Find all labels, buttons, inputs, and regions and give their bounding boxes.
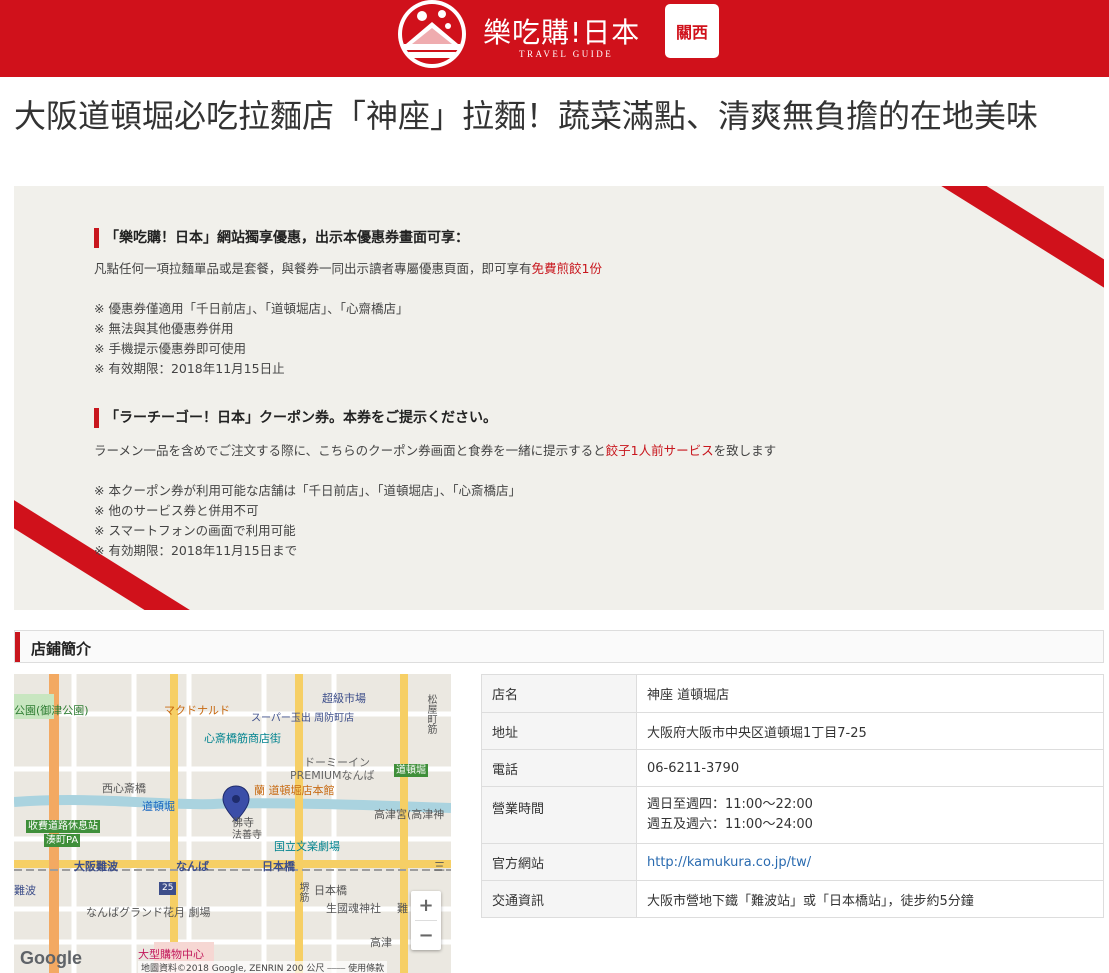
map-label-namba-grand-kagetsu: なんばグランド花月 劇場 bbox=[86, 906, 211, 919]
map-zoom-control: + − bbox=[411, 891, 441, 950]
map-label-temple: 佛寺 bbox=[232, 816, 254, 829]
coupon-note-zh: ※ 無法與其他優惠券併用 bbox=[94, 321, 234, 336]
info-row-address: 地址 大阪府大阪市中央区道頓堀1丁目7-25 bbox=[481, 712, 1104, 750]
site-logo-subtitle: TRAVEL GUIDE bbox=[519, 49, 614, 59]
region-badge[interactable]: 關西 bbox=[665, 4, 719, 58]
info-row-phone: 電話 06-6211-3790 bbox=[481, 749, 1104, 787]
map-label-toll-station: 收費道路休息站 bbox=[26, 820, 100, 833]
coupon-note-ja: ※ スマートフォンの画面で利用可能 bbox=[94, 523, 296, 538]
coupon-note-zh: ※ 手機提示優惠券即可使用 bbox=[94, 341, 246, 356]
map-label-nan: 難 bbox=[397, 902, 408, 915]
info-key: 營業時間 bbox=[481, 786, 637, 844]
map-label-dotonbori: 道頓堀 bbox=[142, 800, 175, 813]
map-label-shopping-center: 大型購物中心 bbox=[138, 948, 204, 961]
store-info-table: 店名 神座 道頓堀店 地址 大阪府大阪市中央区道頓堀1丁目7-25 電話 06-… bbox=[481, 674, 1104, 918]
info-key: 電話 bbox=[481, 749, 637, 787]
info-key: 官方網站 bbox=[481, 843, 637, 881]
map-label-kozu: 高津宮(高津神 bbox=[374, 808, 445, 821]
coupon-highlight-ja: 餃子1人前サービス bbox=[605, 443, 714, 458]
zoom-out-button[interactable]: − bbox=[411, 921, 441, 950]
map-label-namba-left: 難波 bbox=[14, 884, 36, 897]
map-label-park: 公園(御津公園) bbox=[14, 704, 89, 717]
logo-emblem-icon[interactable] bbox=[396, 0, 468, 70]
map-label-nipponbashi: 日本橋 bbox=[314, 884, 347, 897]
section-title: 店鋪簡介 bbox=[31, 640, 92, 658]
hours-weekend: 週五及週六：11:00～24:00 bbox=[647, 817, 813, 832]
info-value: 06-6211-3790 bbox=[636, 749, 1104, 787]
map-label-dormy: ドーミーイン bbox=[304, 756, 370, 769]
map-label-matsuyamachi: 松屋町筋 bbox=[425, 694, 436, 734]
info-key: 交通資訊 bbox=[481, 880, 637, 918]
google-logo[interactable]: Google bbox=[20, 948, 82, 969]
map-label-sakaisuji: 堺筋 bbox=[297, 882, 308, 902]
info-value: http://kamukura.co.jp/tw/ bbox=[636, 843, 1104, 881]
coupon-note-ja: ※ 本クーポン券が利用可能な店舗は「千日前店」、「道頓堀店」、「心斎橋店」 bbox=[94, 483, 521, 498]
info-row-website: 官方網站 http://kamukura.co.jp/tw/ bbox=[481, 843, 1104, 881]
map-label-hozenji: 法善寺 bbox=[232, 830, 262, 841]
info-value: 大阪市營地下鐵「難波站」或「日本橋站」，徒步約5分鐘 bbox=[636, 880, 1104, 918]
coupon-heading-zh: 「樂吃購！日本」網站獨享優惠，出示本優惠券畫面可享： bbox=[94, 228, 469, 248]
coupon-highlight-zh: 免費煎餃1份 bbox=[531, 261, 602, 276]
coupon-heading-ja: 「ラーチーゴー！日本」クーポン券。本券をご提示ください。 bbox=[94, 408, 497, 428]
coupon-box: 「樂吃購！日本」網站獨享優惠，出示本優惠券畫面可享： 凡點任何一項拉麵單品或是套… bbox=[14, 186, 1104, 610]
hours-weekday: 週日至週四：11:00～22:00 bbox=[647, 797, 813, 812]
coupon-desc-zh: 凡點任何一項拉麵單品或是套餐，與餐券一同出示讀者專屬優惠頁面，即可享有免費煎餃1… bbox=[94, 261, 602, 276]
coupon-note-zh: ※ 有效期限：2018年11月15日止 bbox=[94, 361, 285, 376]
section-heading: 店鋪簡介 bbox=[14, 630, 1104, 663]
article-title: 大阪道頓堀必吃拉麵店「神座」拉麵！蔬菜滿點、清爽無負擔的在地美味 bbox=[14, 97, 1039, 135]
section-accent-bar bbox=[15, 632, 20, 662]
map-label-bunraku: 国立文楽劇場 bbox=[274, 840, 340, 853]
info-row-access: 交通資訊 大阪市營地下鐵「難波站」或「日本橋站」，徒步約5分鐘 bbox=[481, 880, 1104, 918]
map-label-supermarket: 超級市場 bbox=[322, 692, 366, 705]
map-label-route25: 25 bbox=[159, 882, 177, 895]
decorative-stripe bbox=[927, 186, 1104, 316]
coupon-note-ja: ※ 有効期限：2018年11月15日まで bbox=[94, 543, 298, 558]
info-key: 店名 bbox=[481, 674, 637, 713]
map-label-minatomachi: 湊町PA bbox=[44, 834, 81, 847]
map-label-san: 三 bbox=[434, 860, 445, 873]
coupon-note-zh: ※ 優惠券僅適用「千日前店」、「道頓堀店」、「心齋橋店」 bbox=[94, 301, 409, 316]
info-row-hours: 營業時間 週日至週四：11:00～22:00 週五及週六：11:00～24:00 bbox=[481, 786, 1104, 844]
map-label-mcdonalds: マクドナルド bbox=[164, 704, 230, 717]
map-label-tamade: スーパー玉出 周防町店 bbox=[251, 713, 355, 724]
map-label-ikukunitama: 生國魂神社 bbox=[326, 902, 381, 915]
info-value: 週日至週四：11:00～22:00 週五及週六：11:00～24:00 bbox=[636, 786, 1104, 844]
info-value: 神座 道頓堀店 bbox=[636, 674, 1104, 713]
map-label-ran: 蘭 道頓堀店本館 bbox=[254, 784, 335, 797]
map-label-nipponbashi-station: 日本橋 bbox=[262, 860, 295, 873]
map-label-kozu2: 高津 bbox=[370, 936, 392, 949]
site-logo-title[interactable]: 樂吃購!日本 bbox=[483, 11, 640, 51]
info-key: 地址 bbox=[481, 712, 637, 750]
map-label-osaka-namba: 大阪難波 bbox=[74, 860, 118, 873]
coupon-desc-ja: ラーメン一品を含めでご注文する際に、こちらのクーポン券画面と食券を一緒に提示する… bbox=[94, 443, 777, 458]
google-map[interactable]: 公園(御津公園) マクドナルド 超級市場 スーパー玉出 周防町店 松屋町筋 心斎… bbox=[14, 674, 451, 973]
map-footer[interactable]: 地圖資料©2018 Google, ZENRIN 200 公尺 ⎯⎯⎯⎯ 使用條… bbox=[138, 961, 388, 973]
map-label-namba: なんば bbox=[176, 860, 209, 873]
official-website-link[interactable]: http://kamukura.co.jp/tw/ bbox=[647, 855, 811, 870]
zoom-in-button[interactable]: + bbox=[411, 891, 441, 920]
map-label-shinsaibashi-street: 心斎橋筋商店街 bbox=[204, 732, 281, 745]
map-label-nishishinsaibashi: 西心斎橋 bbox=[102, 782, 146, 795]
site-header: 樂吃購!日本 TRAVEL GUIDE 關西 bbox=[0, 0, 1109, 77]
info-row-name: 店名 神座 道頓堀店 bbox=[481, 674, 1104, 713]
map-label-premium: PREMIUMなんば bbox=[290, 769, 375, 782]
map-label-dotonbori-badge: 道頓堀 bbox=[394, 764, 428, 777]
coupon-note-ja: ※ 他のサービス券と併用不可 bbox=[94, 503, 259, 518]
info-value: 大阪府大阪市中央区道頓堀1丁目7-25 bbox=[636, 712, 1104, 750]
